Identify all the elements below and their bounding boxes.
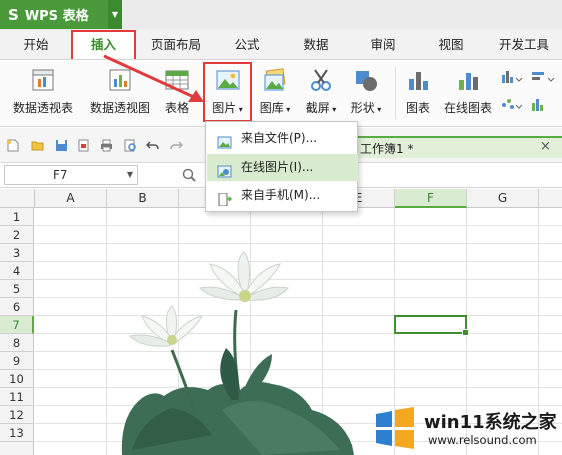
menu-item-online-picture-label: 在线图片(I)... (241, 160, 314, 174)
watermark-brand: win11系统之家 (424, 412, 557, 433)
shapes-icon (353, 67, 379, 93)
ribbon: 数据透视表 数据透视图 表格 图片 ▾ 图库 ▾ 截屏 ▾ 形状 ▾ 图表 在线… (0, 61, 562, 127)
watermark-url: www.relsound.com (428, 433, 537, 447)
row-header-5[interactable]: 5 (0, 280, 34, 298)
shapes-label: 形状 (350, 101, 375, 115)
row-header-10[interactable]: 10 (0, 370, 34, 388)
row-header-14[interactable] (0, 442, 34, 455)
screenshot-button[interactable]: 截屏 ▾ (300, 65, 342, 123)
open-folder-icon[interactable] (31, 139, 44, 152)
app-menu-button[interactable]: S WPS 表格 (0, 0, 108, 29)
title-bar: S WPS 表格 ▼ (0, 0, 562, 30)
menu-bar: 开始 插入 页面布局 公式 数据 审阅 视图 开发工具 (0, 30, 562, 60)
chart-button[interactable]: 图表 (400, 65, 436, 123)
lotus-flower-small (128, 305, 203, 347)
column-header-h[interactable] (539, 189, 562, 208)
column-header-a[interactable]: A (35, 189, 107, 208)
menu-item-from-phone-label: 来自手机(M)... (241, 188, 321, 202)
undo-icon[interactable] (145, 139, 159, 152)
grid-line (106, 208, 107, 455)
ribbon-separator (395, 67, 396, 119)
row-header-2[interactable]: 2 (0, 226, 34, 244)
cell-reference: F7 (53, 168, 68, 182)
menu-item-from-file-label: 来自文件(P)... (241, 131, 318, 145)
lotus-flower-large (198, 251, 289, 302)
gallery-label: 图库 (259, 101, 284, 115)
scatter-chart-icon[interactable] (502, 99, 523, 109)
close-icon[interactable]: × (540, 139, 551, 154)
tab-start[interactable]: 开始 (8, 30, 64, 60)
tab-data[interactable]: 数据 (291, 30, 341, 60)
bar-chart-horizontal-icon[interactable] (532, 72, 555, 82)
app-menu-dropdown-icon[interactable]: ▼ (108, 0, 122, 29)
gallery-dropdown-icon: ▾ (283, 105, 291, 114)
select-all-corner[interactable] (0, 189, 35, 208)
chart-type-small-buttons (500, 69, 560, 119)
row-header-13[interactable]: 13 (0, 424, 34, 442)
document-tab[interactable]: 工作簿1 * × (348, 136, 562, 158)
picture-dropdown-menu: 来自文件(P)... 在线图片(I)... 来自手机(M)... (205, 121, 358, 212)
row-header-7[interactable]: 7 (0, 316, 34, 334)
chevron-down-icon[interactable]: ▼ (127, 166, 133, 184)
document-tab-title: 工作簿1 * (360, 142, 414, 156)
shapes-button[interactable]: 形状 ▾ (345, 65, 387, 123)
pivot-table-label: 数据透视表 (12, 101, 73, 115)
wps-logo-icon: S (8, 5, 19, 24)
menu-item-from-phone[interactable]: 来自手机(M)... (207, 182, 358, 209)
grid-line (35, 243, 562, 244)
phone-icon (217, 189, 233, 207)
selected-cell-f7[interactable] (394, 315, 469, 336)
online-chart-button[interactable]: 在线图表 (438, 65, 498, 123)
online-picture-icon (217, 161, 232, 178)
save-icon[interactable] (55, 139, 68, 152)
online-chart-icon (455, 67, 481, 93)
gallery-button[interactable]: 图库 ▾ (254, 65, 296, 123)
row-header-3[interactable]: 3 (0, 244, 34, 262)
tab-developer[interactable]: 开发工具 (490, 30, 558, 60)
scissors-icon (308, 67, 334, 93)
area-chart-icon[interactable] (532, 99, 543, 111)
screenshot-dropdown-icon: ▾ (329, 105, 337, 114)
annotation-arrow (103, 54, 204, 102)
tab-view[interactable]: 视图 (426, 30, 476, 60)
inserted-lotus-picture[interactable] (112, 250, 357, 455)
app-title: WPS 表格 (24, 9, 89, 24)
menu-item-from-file[interactable]: 来自文件(P)... (207, 125, 358, 152)
row-header-1[interactable]: 1 (0, 208, 34, 226)
shapes-dropdown-icon: ▾ (374, 105, 382, 114)
wps-window: S WPS 表格 ▼ 开始 插入 页面布局 公式 数据 审阅 视图 开发工具 数… (0, 0, 562, 455)
chart-label: 图表 (405, 101, 430, 115)
pivot-table-icon (30, 67, 56, 93)
row-header-6[interactable]: 6 (0, 298, 34, 316)
windows-logo-icon (376, 407, 414, 449)
watermark: win11系统之家 www.relsound.com (368, 402, 562, 455)
grid-line (35, 225, 562, 226)
column-header-f[interactable]: F (395, 189, 467, 208)
menu-item-online-picture[interactable]: 在线图片(I)... (207, 154, 358, 181)
new-file-icon[interactable] (6, 139, 19, 152)
screenshot-label: 截屏 (305, 101, 330, 115)
row-header-12[interactable]: 12 (0, 406, 34, 424)
print-icon[interactable] (100, 139, 113, 152)
tab-formulas[interactable]: 公式 (222, 30, 272, 60)
column-header-g[interactable]: G (467, 189, 539, 208)
picture-highlight-box (203, 62, 252, 122)
zoom-icon[interactable] (182, 168, 196, 185)
export-pdf-icon[interactable] (77, 139, 90, 152)
name-box[interactable]: F7 ▼ (4, 165, 138, 185)
print-preview-icon[interactable] (124, 139, 137, 152)
row-header-8[interactable]: 8 (0, 334, 34, 352)
picture-file-icon (217, 132, 232, 149)
online-chart-label: 在线图表 (443, 101, 492, 115)
redo-icon[interactable] (170, 139, 184, 152)
gallery-icon (262, 67, 288, 93)
row-header-9[interactable]: 9 (0, 352, 34, 370)
row-header-11[interactable]: 11 (0, 388, 34, 406)
column-chart-icon[interactable] (502, 71, 523, 83)
row-header-4[interactable]: 4 (0, 262, 34, 280)
pivot-table-button[interactable]: 数据透视表 (4, 65, 82, 123)
bar-chart-icon (405, 67, 431, 93)
tab-review[interactable]: 审阅 (358, 30, 408, 60)
column-header-b[interactable]: B (107, 189, 179, 208)
